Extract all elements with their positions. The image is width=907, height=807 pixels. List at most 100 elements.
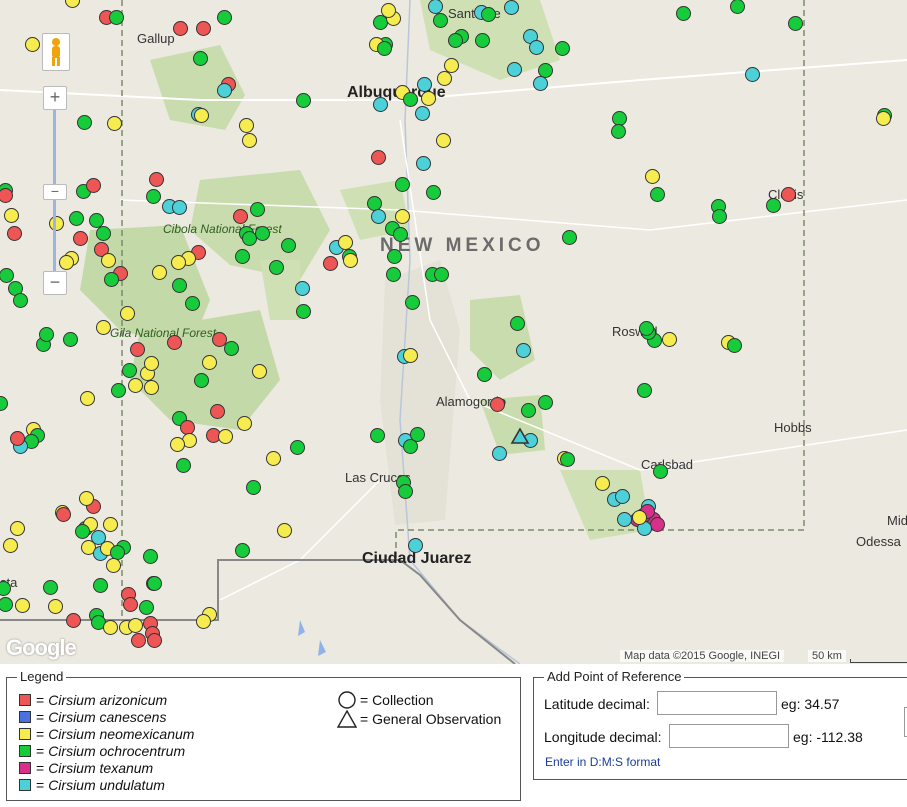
collection-marker[interactable] bbox=[562, 230, 577, 245]
collection-marker[interactable] bbox=[63, 332, 78, 347]
collection-marker[interactable] bbox=[403, 92, 418, 107]
collection-marker[interactable] bbox=[56, 507, 71, 522]
collection-marker[interactable] bbox=[637, 383, 652, 398]
collection-marker[interactable] bbox=[10, 521, 25, 536]
collection-marker[interactable] bbox=[436, 133, 451, 148]
collection-marker[interactable] bbox=[510, 316, 525, 331]
map-attribution[interactable]: Map data ©2015 Google, INEGI bbox=[620, 650, 785, 662]
collection-marker[interactable] bbox=[781, 187, 796, 202]
collection-marker[interactable] bbox=[639, 321, 654, 336]
collection-marker[interactable] bbox=[93, 578, 108, 593]
collection-marker[interactable] bbox=[233, 209, 248, 224]
collection-marker[interactable] bbox=[323, 256, 338, 271]
collection-marker[interactable] bbox=[171, 255, 186, 270]
collection-marker[interactable] bbox=[3, 538, 18, 553]
collection-marker[interactable] bbox=[611, 124, 626, 139]
collection-marker[interactable] bbox=[173, 21, 188, 36]
collection-marker[interactable] bbox=[266, 451, 281, 466]
collection-marker[interactable] bbox=[152, 265, 167, 280]
collection-marker[interactable] bbox=[235, 543, 250, 558]
collection-marker[interactable] bbox=[239, 118, 254, 133]
collection-marker[interactable] bbox=[415, 106, 430, 121]
collection-marker[interactable] bbox=[521, 403, 536, 418]
collection-marker[interactable] bbox=[109, 10, 124, 25]
collection-marker[interactable] bbox=[237, 416, 252, 431]
collection-marker[interactable] bbox=[255, 226, 270, 241]
collection-marker[interactable] bbox=[477, 367, 492, 382]
collection-marker[interactable] bbox=[15, 598, 30, 613]
collection-marker[interactable] bbox=[250, 202, 265, 217]
collection-marker[interactable] bbox=[146, 189, 161, 204]
collection-marker[interactable] bbox=[123, 597, 138, 612]
collection-marker[interactable] bbox=[296, 93, 311, 108]
collection-marker[interactable] bbox=[408, 538, 423, 553]
collection-marker[interactable] bbox=[371, 209, 386, 224]
collection-marker[interactable] bbox=[650, 187, 665, 202]
collection-marker[interactable] bbox=[403, 348, 418, 363]
collection-marker[interactable] bbox=[246, 480, 261, 495]
collection-marker[interactable] bbox=[529, 40, 544, 55]
collection-marker[interactable] bbox=[217, 83, 232, 98]
collection-marker[interactable] bbox=[507, 62, 522, 77]
collection-marker[interactable] bbox=[533, 76, 548, 91]
collection-marker[interactable] bbox=[218, 429, 233, 444]
collection-marker[interactable] bbox=[617, 512, 632, 527]
collection-marker[interactable] bbox=[210, 404, 225, 419]
collection-marker[interactable] bbox=[371, 150, 386, 165]
collection-marker[interactable] bbox=[386, 267, 401, 282]
collection-marker[interactable] bbox=[217, 10, 232, 25]
collection-marker[interactable] bbox=[615, 489, 630, 504]
collection-marker[interactable] bbox=[595, 476, 610, 491]
collection-marker[interactable] bbox=[144, 356, 159, 371]
collection-marker[interactable] bbox=[788, 16, 803, 31]
collection-marker[interactable] bbox=[650, 517, 665, 532]
collection-marker[interactable] bbox=[73, 231, 88, 246]
zoom-in-button[interactable]: + bbox=[43, 86, 67, 110]
collection-marker[interactable] bbox=[96, 226, 111, 241]
collection-marker[interactable] bbox=[444, 58, 459, 73]
collection-marker[interactable] bbox=[13, 293, 28, 308]
collection-marker[interactable] bbox=[296, 304, 311, 319]
collection-marker[interactable] bbox=[426, 185, 441, 200]
collection-marker[interactable] bbox=[417, 77, 432, 92]
collection-marker[interactable] bbox=[560, 452, 575, 467]
collection-marker[interactable] bbox=[410, 427, 425, 442]
collection-marker[interactable] bbox=[122, 363, 137, 378]
collection-marker[interactable] bbox=[7, 226, 22, 241]
collection-marker[interactable] bbox=[281, 238, 296, 253]
collection-marker[interactable] bbox=[343, 253, 358, 268]
collection-marker[interactable] bbox=[395, 177, 410, 192]
collection-marker[interactable] bbox=[277, 523, 292, 538]
collection-marker[interactable] bbox=[79, 491, 94, 506]
collection-marker[interactable] bbox=[504, 0, 519, 15]
collection-marker[interactable] bbox=[662, 332, 677, 347]
collection-marker[interactable] bbox=[194, 108, 209, 123]
collection-marker[interactable] bbox=[107, 116, 122, 131]
collection-marker[interactable] bbox=[295, 281, 310, 296]
observation-triangle-marker[interactable] bbox=[510, 427, 530, 445]
collection-marker[interactable] bbox=[167, 335, 182, 350]
collection-marker[interactable] bbox=[235, 249, 250, 264]
collection-marker[interactable] bbox=[144, 380, 159, 395]
collection-marker[interactable] bbox=[398, 484, 413, 499]
collection-marker[interactable] bbox=[130, 342, 145, 357]
collection-marker[interactable] bbox=[10, 431, 25, 446]
collection-marker[interactable] bbox=[172, 278, 187, 293]
collection-marker[interactable] bbox=[876, 111, 891, 126]
collection-marker[interactable] bbox=[475, 33, 490, 48]
collection-marker[interactable] bbox=[377, 41, 392, 56]
collection-marker[interactable] bbox=[252, 364, 267, 379]
collection-marker[interactable] bbox=[393, 227, 408, 242]
collection-marker[interactable] bbox=[172, 200, 187, 215]
longitude-input[interactable] bbox=[669, 724, 789, 748]
map-view[interactable]: NEW MEXICO GallupAlbuquerqueSanta FeClov… bbox=[0, 0, 907, 664]
collection-marker[interactable] bbox=[170, 437, 185, 452]
collection-marker[interactable] bbox=[103, 517, 118, 532]
collection-marker[interactable] bbox=[437, 71, 452, 86]
collection-marker[interactable] bbox=[516, 343, 531, 358]
collection-marker[interactable] bbox=[48, 599, 63, 614]
collection-marker[interactable] bbox=[185, 296, 200, 311]
collection-marker[interactable] bbox=[147, 576, 162, 591]
collection-marker[interactable] bbox=[101, 253, 116, 268]
collection-marker[interactable] bbox=[196, 614, 211, 629]
